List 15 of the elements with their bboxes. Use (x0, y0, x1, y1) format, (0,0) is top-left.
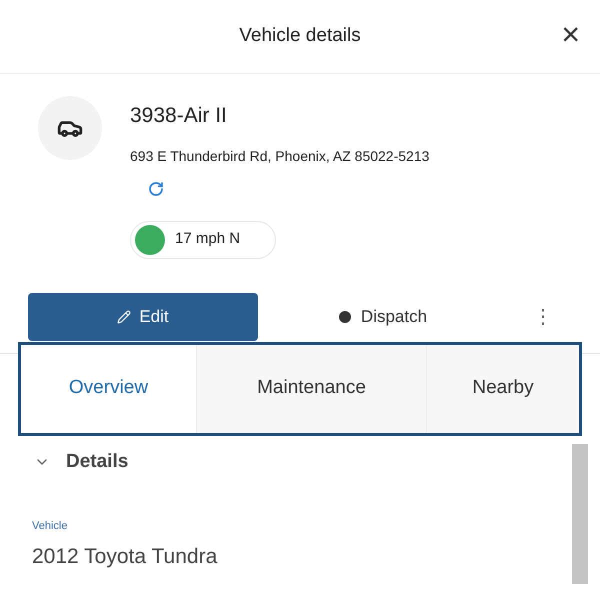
pencil-icon (117, 310, 132, 324)
panel-title: Vehicle details (239, 24, 361, 48)
section-title[interactable]: Details (66, 448, 128, 476)
speed-label: 17 mph N (175, 229, 240, 250)
vehicle-address: 693 E Thunderbird Rd, Phoenix, AZ 85022-5213 (130, 146, 430, 166)
scrollbar[interactable] (572, 444, 588, 584)
edit-button[interactable]: Edit (28, 292, 258, 340)
field-label: Vehicle (32, 519, 68, 534)
close-button[interactable]: × (561, 18, 580, 50)
refresh-icon[interactable] (148, 180, 164, 196)
dispatch-button[interactable]: Dispatch (268, 292, 498, 340)
vehicle-name: 3938-Air II (130, 103, 228, 129)
more-button[interactable]: ⋮ (518, 292, 568, 340)
tab[interactable]: Overview (21, 344, 196, 432)
field-value: 2012 Toyota Tundra (32, 544, 218, 570)
